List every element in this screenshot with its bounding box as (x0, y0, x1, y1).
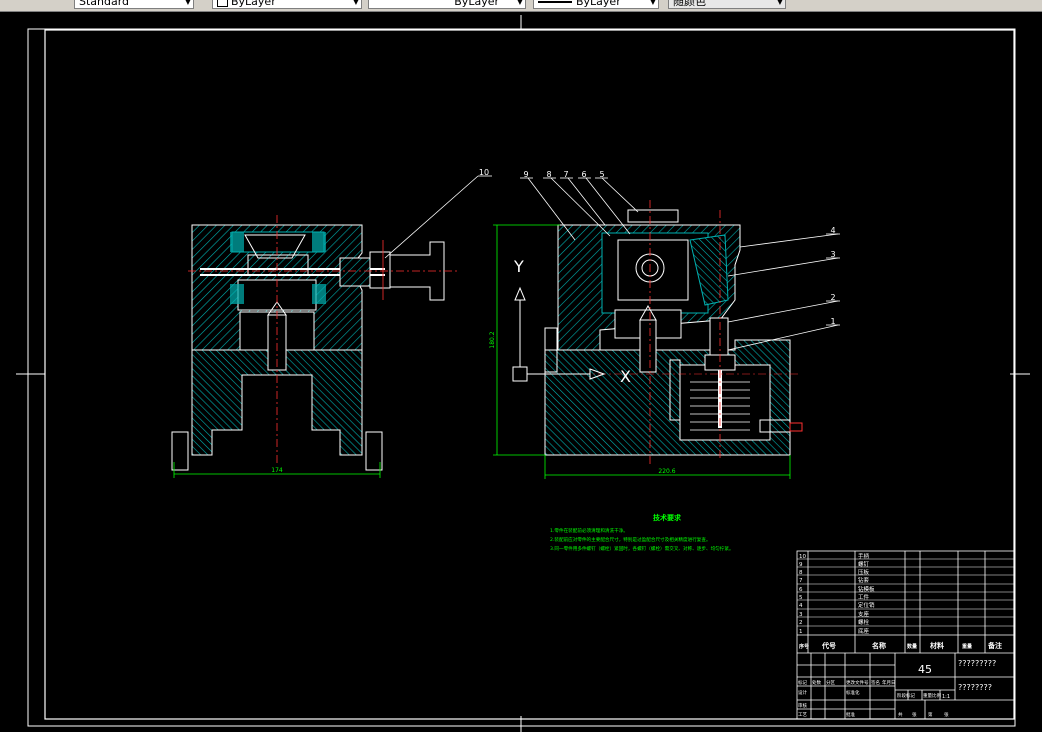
label-change-doc: 更改文件号 (846, 679, 869, 686)
chevron-down-icon[interactable]: ▼ (353, 0, 359, 7)
label-mark: 标记 (798, 679, 807, 686)
chevron-down-icon[interactable]: ▼ (185, 0, 191, 7)
tech-note-line: 2.装配前应对零件的主要配合尺寸，特别是过盈配合尺寸及相关精度进行复查。 (550, 536, 711, 543)
scale-value: 1:1 (942, 694, 950, 700)
callout-8-label: 8 (546, 170, 551, 179)
header-weight: 重量 (962, 643, 972, 650)
part-no: 8 (799, 570, 803, 576)
part-no: 1 (799, 629, 803, 635)
part-name: 螺钉 (858, 560, 870, 568)
parts-list-text: 10 手柄 9 螺钉 8 压板 7 钻套 6 钻模板 5 工件 4 定位销 3 … (799, 552, 875, 635)
part-name: 钻套 (858, 576, 870, 584)
label-process: 工艺 (798, 712, 807, 718)
axis-x-label: X (620, 367, 631, 386)
properties-toolbar: Standard ▼ ByLayer ▼ ByLayer ▼ ByLayer ▼… (0, 0, 1042, 12)
label-sheet: 张 (912, 711, 917, 718)
tech-note-line: 1.零件在装配前必须清理和清洗干净。 (550, 527, 628, 534)
color-swatch-icon (217, 0, 228, 7)
label-scale: 比例 (932, 692, 941, 699)
callout-4-label: 4 (830, 226, 835, 235)
material-value: 45 (918, 663, 932, 676)
label-review: 审核 (798, 702, 807, 709)
label-design: 设计 (798, 689, 807, 696)
part-no: 3 (799, 612, 803, 618)
callout-9-label: 9 (523, 170, 528, 179)
part-no: 6 (799, 587, 803, 593)
part-name: 压板 (858, 568, 870, 576)
header-qty: 数量 (907, 643, 917, 650)
right-height-dimension: 180.2 (489, 331, 496, 348)
header-no: 序号 (798, 643, 809, 650)
header-name: 名称 (872, 641, 886, 650)
plot-style-value: 随颜色 (673, 0, 706, 8)
chevron-down-icon[interactable]: ▼ (517, 0, 523, 7)
drawing-name: ????????? (958, 659, 996, 668)
callout-1-label: 1 (830, 317, 835, 326)
label-zone: 分区 (826, 679, 835, 686)
part-name: 螺栓 (858, 618, 870, 626)
left-section-view: 174 (171, 215, 460, 478)
parts-list-header: 序号 代号 名称 数量 材料 重量 备注 (798, 641, 1002, 650)
callout-10: 10 (384, 168, 492, 259)
callout-3-label: 3 (830, 250, 835, 259)
tech-notes: 技术要求 1.零件在装配前必须清理和清洗干净。 2.装配前应对零件的主要配合尺寸… (550, 513, 734, 552)
plot-style-combo[interactable]: 随颜色 ▼ (668, 0, 786, 9)
tech-notes-title: 技术要求 (653, 513, 682, 522)
part-name: 钻模板 (858, 585, 875, 593)
part-name: 底座 (858, 627, 870, 635)
drawing-frame (16, 15, 1030, 732)
tech-note-line: 3.同一零件用多件螺钉（螺栓）紧固时，各螺钉（螺栓）需交叉、对称、逐步、均匀拧紧… (550, 545, 734, 552)
callout-2-label: 2 (830, 293, 835, 302)
lineweight-combo[interactable]: ByLayer ▼ (533, 0, 659, 9)
part-no: 9 (799, 562, 803, 568)
callout-5-label: 5 (599, 170, 604, 179)
header-code: 代号 (821, 641, 836, 650)
label-sign: 签名 (871, 679, 880, 686)
label-total: 共 (898, 711, 903, 718)
part-no: 4 (799, 603, 803, 609)
part-name: 手柄 (858, 552, 870, 560)
drawing-code: ???????? (958, 683, 992, 692)
label-approve: 批准 (846, 711, 855, 718)
lineweight-sample-icon (538, 1, 572, 3)
linetype-combo[interactable]: ByLayer ▼ (368, 0, 526, 9)
right-width-dimension: 220.6 (658, 468, 675, 475)
axis-y-label: Y (513, 257, 524, 276)
label-date: 年月日 (882, 679, 896, 686)
text-style-value: Standard (79, 0, 130, 8)
left-width-dimension: 174 (271, 467, 283, 474)
callout-6-label: 6 (581, 170, 586, 179)
part-name: 支座 (858, 610, 870, 618)
part-name: 工件 (858, 593, 870, 601)
layer-value: ByLayer (231, 0, 276, 8)
label-sheet-2: 张 (944, 711, 949, 718)
text-style-combo[interactable]: Standard ▼ (74, 0, 194, 9)
part-no: 5 (799, 595, 803, 601)
chevron-down-icon[interactable]: ▼ (777, 0, 783, 7)
lineweight-value: ByLayer (576, 0, 621, 8)
part-name: 定位销 (858, 601, 875, 609)
part-no: 2 (799, 620, 803, 626)
header-note: 备注 (987, 641, 1002, 650)
part-no: 10 (799, 554, 806, 560)
part-no: 7 (799, 578, 803, 584)
chevron-down-icon[interactable]: ▼ (650, 0, 656, 7)
linetype-value: ByLayer (454, 0, 499, 8)
right-section-view: Y X 220.6 180.2 (489, 200, 803, 479)
callout-10-label: 10 (479, 168, 489, 177)
callout-7-label: 7 (563, 170, 568, 179)
label-count: 处数 (812, 679, 821, 686)
label-standardize: 标准化 (846, 689, 860, 696)
layer-combo[interactable]: ByLayer ▼ (212, 0, 362, 9)
parts-list-rows (797, 558, 1014, 627)
label-stage-mark: 阶段标记 (897, 692, 915, 699)
header-material: 材料 (929, 641, 944, 650)
label-page: 第 (928, 711, 933, 718)
drawing-canvas[interactable]: 174 10 Y X 220.6 180.2 9 8 7 6 5 4 3 2 1… (0, 12, 1042, 732)
